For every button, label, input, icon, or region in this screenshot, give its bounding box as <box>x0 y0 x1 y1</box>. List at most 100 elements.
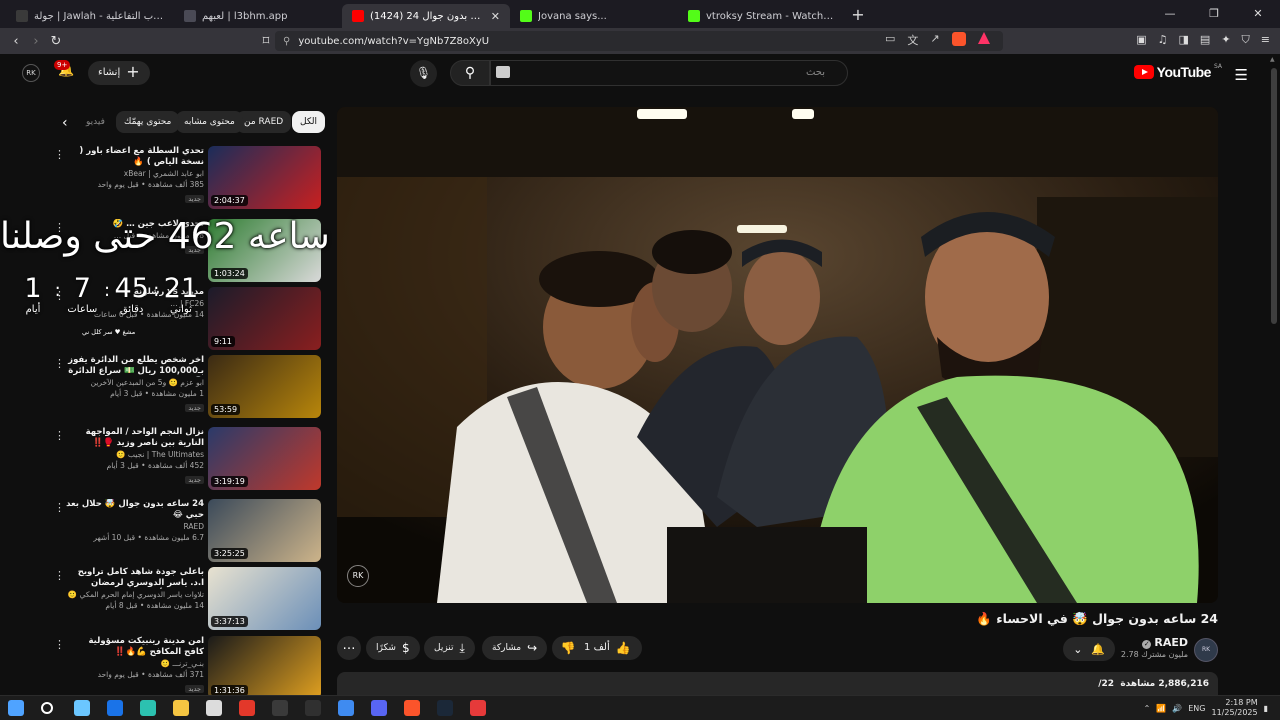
filter-chip[interactable]: محتوى يهمّك <box>116 111 180 133</box>
channel-name[interactable]: ابو عزم 🙂 و5 من المبدعين الآخرين <box>66 377 204 388</box>
browser-tab[interactable]: جولة | Jawlah - منصة الألعاب التفاعلية <box>6 4 174 28</box>
scrollbar-thumb[interactable] <box>1271 68 1277 324</box>
edge-icon[interactable] <box>140 700 156 716</box>
video-thumbnail[interactable]: 3:25:25 <box>208 499 321 562</box>
more-options-icon[interactable]: ⋮ <box>54 429 65 442</box>
cast-icon[interactable]: ▭ <box>885 32 895 48</box>
share-icon[interactable]: ↗ <box>930 32 939 48</box>
video-title[interactable]: اخر شخص يطلع من الدائرة يفوز بـ100,000 ر… <box>66 355 204 377</box>
channel-name[interactable]: RAED <box>66 521 204 532</box>
notification-center-icon[interactable]: ▮ <box>1264 704 1268 713</box>
file-explorer-icon[interactable] <box>173 700 189 716</box>
keyboard-icon[interactable] <box>496 66 510 78</box>
browser-menu-icon[interactable]: ≡ <box>1261 33 1270 47</box>
video-title[interactable]: مدريد vs رشلونة <box>66 287 204 298</box>
create-button[interactable]: إنشاء + <box>88 61 150 85</box>
more-options-icon[interactable]: ⋮ <box>54 501 65 514</box>
close-window-button[interactable]: ✕ <box>1236 0 1280 28</box>
tray-chevron-icon[interactable]: ⌃ <box>1144 704 1151 713</box>
bookmark-icon[interactable]: ⌑ <box>256 34 276 49</box>
xbox-icon[interactable] <box>272 700 288 716</box>
restore-button[interactable]: ❐ <box>1192 0 1236 28</box>
language-indicator[interactable]: ENG <box>1188 704 1205 713</box>
sidebar-icon[interactable]: ◨ <box>1179 33 1189 47</box>
more-actions-icon[interactable]: … <box>337 636 361 660</box>
brave-icon[interactable] <box>404 700 420 716</box>
related-video-item[interactable]: 1:03:24 ⋮ تحدي لاعب جين … 🤣 1.8 مليون مشاهد… <box>0 219 324 285</box>
windows-start-icon[interactable] <box>8 700 24 716</box>
forward-icon[interactable]: › <box>26 34 46 49</box>
related-video-item[interactable]: 53:59 ⋮ اخر شخص يطلع من الدائرة يفوز بـ100… <box>0 355 324 421</box>
video-thumbnail[interactable]: 53:59 <box>208 355 321 418</box>
browser-tab[interactable]: vtroksy Stream - Watch Live on Kick <box>678 4 846 28</box>
leo-ai-icon[interactable]: ✦ <box>1221 33 1230 47</box>
chrome-icon[interactable] <box>338 700 354 716</box>
outlook-icon[interactable] <box>107 700 123 716</box>
filter-chip[interactable]: فيديو <box>82 111 109 133</box>
channel-name[interactable]: The Ultimates | نجيب 🙂 <box>66 449 204 460</box>
video-thumbnail[interactable]: 1:03:24 <box>208 219 321 282</box>
related-video-item[interactable]: 9:11 ⋮ مدريد vs رشلونة FC26 | … 14 مليون مشا… <box>0 287 324 353</box>
related-video-item[interactable]: 3:25:25 ⋮ 24 ساعه بدون جوال 🤯 حلال بعد حبي… <box>0 499 324 565</box>
more-options-icon[interactable]: ⋮ <box>54 357 65 370</box>
discord-icon[interactable] <box>371 700 387 716</box>
video-thumbnail[interactable]: 2:04:37 <box>208 146 321 209</box>
description-box[interactable]: 2,886,216 مشاهدة 22/ <box>337 672 1218 696</box>
related-video-item[interactable]: 3:37:13 ⋮ باعلى جودة شاهد كامل تراويح ا.د.… <box>0 567 324 633</box>
filter-chip[interactable]: من RAED <box>236 111 292 133</box>
video-thumbnail[interactable]: 3:37:13 <box>208 567 321 630</box>
share-button[interactable]: مشاركة ↪ <box>482 636 548 660</box>
more-options-icon[interactable]: ⋮ <box>54 289 65 302</box>
screenshot-icon[interactable]: ▣ <box>1136 33 1146 47</box>
new-tab-button[interactable]: + <box>846 4 870 28</box>
network-icon[interactable]: 📶 <box>1156 704 1166 713</box>
site-info-icon[interactable]: ⚲ <box>283 36 290 47</box>
channel-watermark[interactable]: RK <box>347 565 369 587</box>
brave-rewards-icon[interactable] <box>977 32 990 44</box>
steam-icon[interactable] <box>437 700 453 716</box>
scroll-up-icon[interactable]: ▲ <box>1270 56 1275 63</box>
filter-chip[interactable]: الكل <box>292 111 326 133</box>
store-icon[interactable] <box>206 700 222 716</box>
thanks-button[interactable]: شكرًا $ <box>366 636 420 660</box>
related-video-item[interactable]: 2:04:37 ⋮ تحدي السطلة مع اعضاء باور ( نسخة… <box>0 146 324 212</box>
brave-shields-icon[interactable] <box>951 32 966 46</box>
dislike-button[interactable]: 👎 <box>552 636 584 660</box>
browser-tab[interactable]: لعبهم | l3bhm.app <box>174 4 342 28</box>
filter-chip[interactable]: محتوى مشابه <box>176 111 243 133</box>
more-options-icon[interactable]: ⋮ <box>54 148 65 161</box>
video-thumbnail[interactable]: 9:11 <box>208 287 321 350</box>
translate-icon[interactable]: 文 <box>907 32 918 48</box>
media-icon[interactable]: ♫ <box>1158 33 1168 47</box>
obs-icon[interactable] <box>305 700 321 716</box>
channel-name[interactable]: ابو عابد الشمري | xBear <box>66 168 204 179</box>
video-title[interactable]: نزال النجم الواحد / المواجهة النارية بين… <box>66 427 204 449</box>
video-title[interactable]: تحدي لاعب جين … 🤣 <box>66 219 204 230</box>
video-player[interactable]: RK <box>337 107 1218 603</box>
search-input[interactable]: بحث <box>490 60 848 86</box>
video-thumbnail[interactable]: 3:19:19 <box>208 427 321 490</box>
related-video-item[interactable]: 3:19:19 ⋮ نزال النجم الواحد / المواجهة الن… <box>0 427 324 493</box>
reload-icon[interactable]: ↻ <box>46 34 66 49</box>
search-icon[interactable] <box>41 702 53 714</box>
back-icon[interactable]: ‹ <box>6 34 26 49</box>
rockstar-icon[interactable] <box>470 700 486 716</box>
office-icon[interactable] <box>239 700 255 716</box>
search-icon[interactable]: ⚲ <box>450 60 490 86</box>
channel-name[interactable]: FC26 | … <box>66 298 204 309</box>
wallet-icon[interactable]: ▤ <box>1200 33 1210 47</box>
more-options-icon[interactable]: ⋮ <box>54 221 65 234</box>
minimize-button[interactable]: — <box>1148 0 1192 28</box>
volume-icon[interactable]: 🔊 <box>1172 704 1182 713</box>
video-title[interactable]: 24 ساعه بدون جوال 🤯 حلال بعد حبي 😂 <box>66 499 204 521</box>
copilot-icon[interactable] <box>74 700 90 716</box>
microphone-icon[interactable]: 🎙 <box>410 60 437 87</box>
download-button[interactable]: تنزيل ⤓ <box>424 636 475 660</box>
tab-close-icon[interactable]: ✕ <box>491 10 500 23</box>
browser-tab[interactable]: Jovana says... <box>510 4 678 28</box>
clock[interactable]: 2:18 PM 11/25/2025 <box>1211 698 1257 718</box>
youtube-logo[interactable]: YouTube SA <box>1133 63 1222 80</box>
more-options-icon[interactable]: ⋮ <box>54 569 65 582</box>
video-title[interactable]: باعلى جودة شاهد كامل تراويح ا.د. ياسر ال… <box>66 567 204 589</box>
channel-name[interactable]: تلاوات ياسر الدوسري إمام الحرم المكي 🙂 <box>66 589 204 600</box>
